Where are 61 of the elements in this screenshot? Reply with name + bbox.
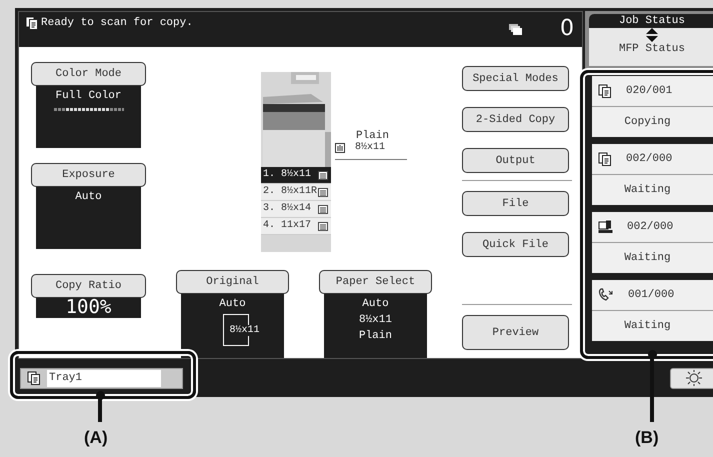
job-card[interactable]: 020/001 Copying bbox=[592, 76, 713, 137]
function-button[interactable]: Output bbox=[462, 148, 569, 173]
paper-tray[interactable]: 4. 11x17 bbox=[261, 218, 331, 235]
status-message: Ready to scan for copy. bbox=[41, 16, 193, 29]
callout-label: (A) bbox=[84, 428, 108, 448]
status-toggle[interactable]: Job Status MFP Status bbox=[589, 14, 713, 66]
job-status: Copying bbox=[592, 107, 713, 137]
copy-icon bbox=[25, 16, 39, 31]
job-status: Waiting bbox=[592, 243, 713, 273]
tray-icon bbox=[318, 170, 328, 180]
bypass-paper-type: Plain bbox=[356, 130, 389, 142]
job-count: 002/000 bbox=[626, 153, 672, 165]
setting-button[interactable]: Original bbox=[176, 270, 289, 294]
function-button[interactable]: Preview bbox=[462, 315, 569, 350]
job-count: 001/000 bbox=[628, 289, 674, 301]
paper-tray[interactable]: 2. 8½x11R bbox=[261, 184, 331, 201]
paper-tray[interactable]: 1. 8½x11 bbox=[261, 167, 331, 184]
tray-icon bbox=[318, 188, 328, 196]
setting-button[interactable]: Exposure bbox=[31, 163, 146, 187]
tray-field-value: Tray1 bbox=[47, 370, 161, 386]
setting-value: Full Color bbox=[55, 90, 122, 102]
job-card[interactable]: 001/000 Waiting bbox=[592, 280, 713, 341]
job-status: Waiting bbox=[592, 175, 713, 205]
function-button[interactable]: Quick File bbox=[462, 232, 569, 257]
setting-button[interactable]: Color Mode bbox=[31, 62, 146, 86]
function-button[interactable]: File bbox=[462, 191, 569, 216]
setting-value: Auto bbox=[362, 298, 389, 310]
setting-value: 100% bbox=[66, 296, 112, 318]
setting-value: Auto bbox=[219, 298, 246, 310]
job-card[interactable]: 002/000 Waiting bbox=[592, 212, 713, 273]
tray-field[interactable]: Tray1 bbox=[20, 368, 183, 388]
job-count: 020/001 bbox=[626, 85, 672, 97]
job-status-label[interactable]: Job Status bbox=[589, 14, 713, 28]
setting-value: Auto bbox=[75, 191, 102, 203]
job-status: Waiting bbox=[592, 311, 713, 341]
setting-button[interactable]: Paper Select bbox=[319, 270, 432, 294]
copy-count: 0 bbox=[560, 18, 574, 40]
color-scale-icon bbox=[54, 108, 124, 111]
bypass-paper-size: 8½x11 bbox=[355, 142, 386, 153]
computer-icon bbox=[598, 220, 613, 234]
job-stack-icon bbox=[509, 24, 522, 34]
sun-icon bbox=[684, 370, 704, 386]
tray-icon bbox=[318, 204, 328, 214]
callout-label: (B) bbox=[635, 428, 659, 448]
setting-button[interactable]: Copy Ratio bbox=[31, 274, 146, 298]
brightness-button[interactable] bbox=[670, 368, 713, 388]
phone-icon bbox=[598, 288, 614, 302]
tray-icon bbox=[318, 222, 328, 230]
copy-icon bbox=[27, 370, 41, 386]
paper-size: 8½x11 bbox=[230, 324, 260, 336]
mfp-status-label[interactable]: MFP Status bbox=[618, 43, 685, 55]
function-button[interactable]: Special Modes bbox=[462, 66, 569, 91]
job-card[interactable]: 002/000 Waiting bbox=[592, 144, 713, 205]
up-down-arrow-icon bbox=[646, 28, 658, 42]
setting-value: Plain bbox=[358, 330, 392, 342]
setting-value: 8½x11 bbox=[358, 314, 392, 326]
copy-icon bbox=[598, 84, 612, 98]
job-count: 002/000 bbox=[627, 221, 674, 233]
paper-tray[interactable]: 3. 8½x14 bbox=[261, 201, 331, 218]
function-button[interactable]: 2-Sided Copy bbox=[462, 107, 569, 132]
copy-icon bbox=[598, 152, 612, 166]
